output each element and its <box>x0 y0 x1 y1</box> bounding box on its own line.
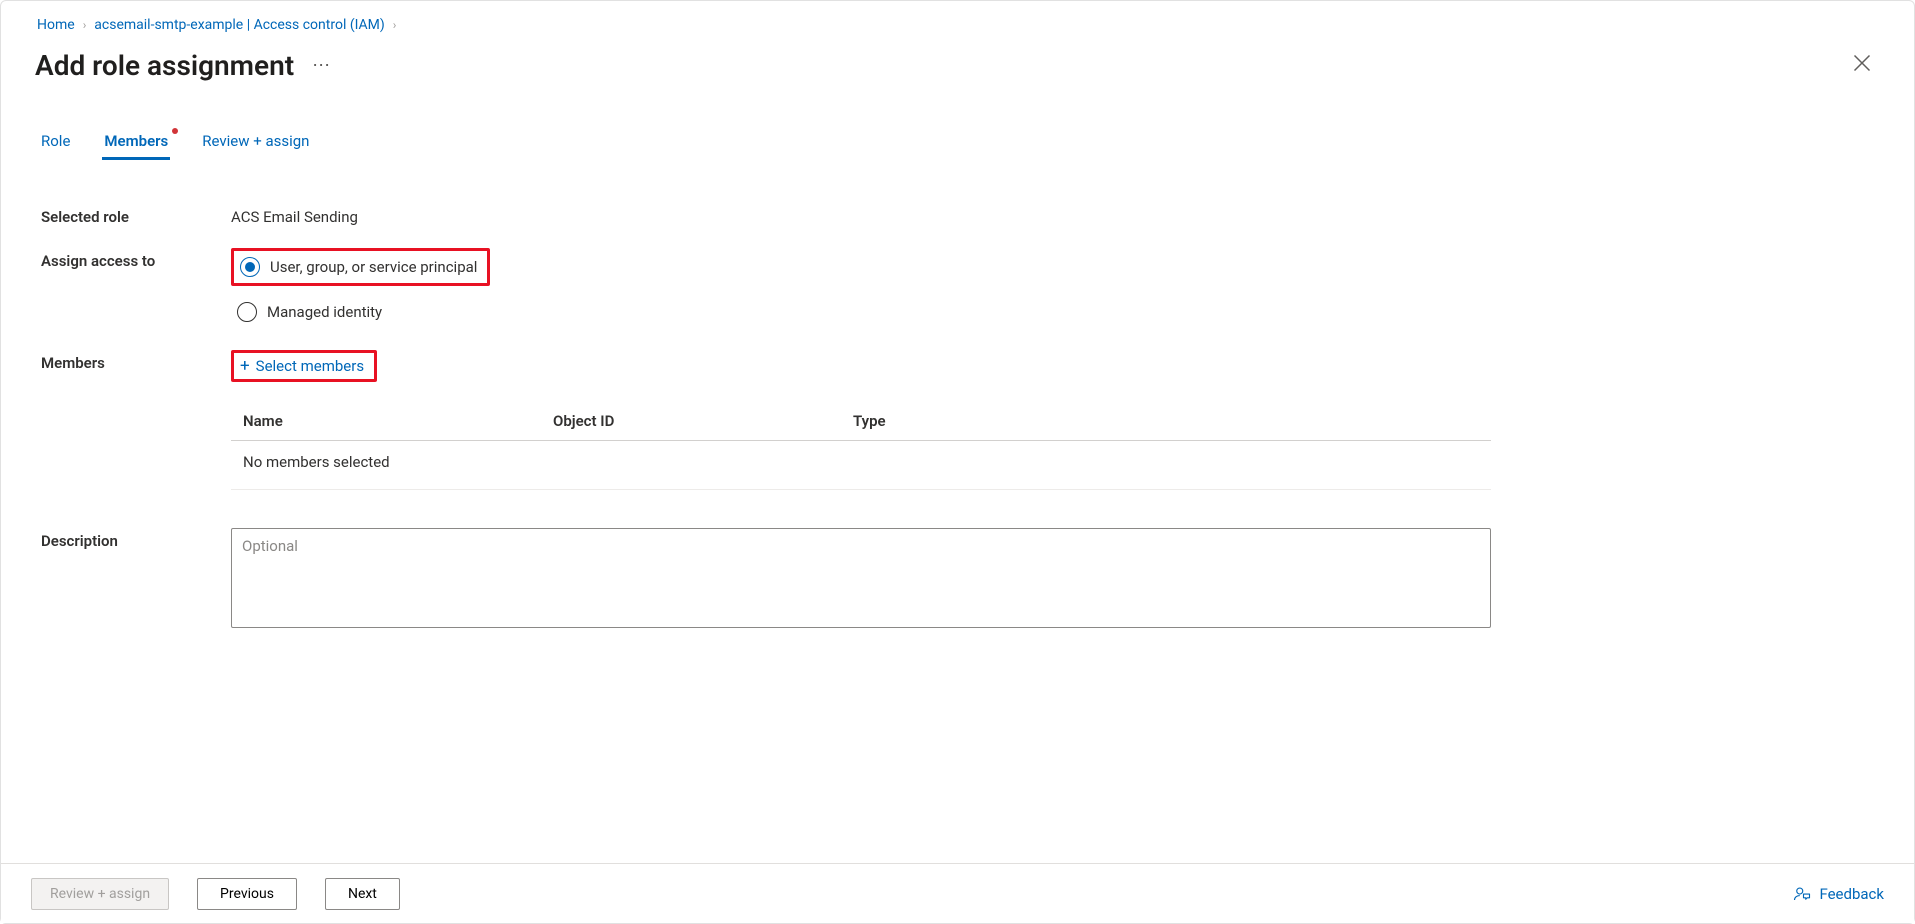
feedback-icon <box>1793 885 1811 903</box>
column-header-name: Name <box>243 412 553 430</box>
members-label: Members <box>41 350 231 372</box>
breadcrumb-resource[interactable]: acsemail-smtp-example | Access control (… <box>94 17 384 33</box>
tabs: Role Members Review + assign <box>41 132 1884 160</box>
tab-review-assign[interactable]: Review + assign <box>202 132 309 160</box>
radio-icon <box>240 257 260 277</box>
radio-managed-identity[interactable]: Managed identity <box>231 296 1491 328</box>
selected-role-label: Selected role <box>41 204 231 226</box>
tab-members-label: Members <box>104 132 168 150</box>
breadcrumb-home[interactable]: Home <box>37 17 75 33</box>
close-button[interactable] <box>1852 53 1876 77</box>
radio-icon <box>237 302 257 322</box>
page-title: Add role assignment <box>35 49 294 82</box>
breadcrumb: Home › acsemail-smtp-example | Access co… <box>37 17 1884 33</box>
close-icon <box>1852 53 1872 73</box>
description-input[interactable] <box>231 528 1491 628</box>
footer-bar: Review + assign Previous Next Feedback <box>1 863 1914 923</box>
more-actions-button[interactable]: ⋯ <box>308 51 336 80</box>
description-label: Description <box>41 528 231 550</box>
members-empty-row: No members selected <box>231 441 1491 490</box>
tab-members[interactable]: Members <box>104 132 168 160</box>
column-header-type: Type <box>853 412 1479 430</box>
members-table: Name Object ID Type No members selected <box>231 412 1491 490</box>
next-button[interactable]: Next <box>325 878 400 910</box>
radio-user-group-service-principal[interactable]: User, group, or service principal <box>231 248 490 286</box>
tab-indicator-dot <box>172 128 178 134</box>
column-header-object-id: Object ID <box>553 412 853 430</box>
chevron-right-icon: › <box>83 18 87 32</box>
assign-access-radio-group: User, group, or service principal Manage… <box>231 248 1491 328</box>
select-members-button[interactable]: + Select members <box>240 357 364 375</box>
selected-role-value: ACS Email Sending <box>231 204 1491 226</box>
plus-icon: + <box>240 358 250 375</box>
assign-access-label: Assign access to <box>41 248 231 270</box>
review-assign-button[interactable]: Review + assign <box>31 878 169 910</box>
radio-label: Managed identity <box>267 303 382 321</box>
feedback-label: Feedback <box>1819 885 1884 903</box>
tab-role[interactable]: Role <box>41 132 70 160</box>
select-members-label: Select members <box>256 357 364 375</box>
chevron-right-icon: › <box>393 18 397 32</box>
radio-label: User, group, or service principal <box>270 258 477 276</box>
previous-button[interactable]: Previous <box>197 878 297 910</box>
feedback-link[interactable]: Feedback <box>1793 885 1884 903</box>
